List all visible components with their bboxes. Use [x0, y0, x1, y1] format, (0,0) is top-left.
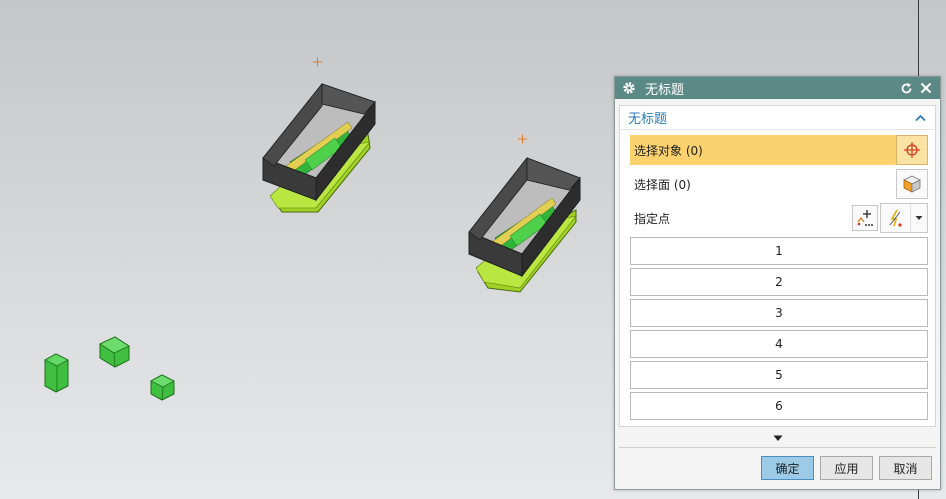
dialog-window[interactable]: 无标题 无标题 选择对象 (0) 选择面 (0) 指定点 1 2 3 4 5 6…: [614, 76, 941, 490]
reset-icon[interactable]: [898, 80, 914, 96]
list-item[interactable]: 6: [630, 392, 928, 420]
section-title: 无标题: [628, 112, 668, 127]
chevron-up-icon[interactable]: [913, 111, 927, 125]
crosshair-icon[interactable]: [896, 135, 928, 165]
list-item[interactable]: 4: [630, 330, 928, 358]
divider: [619, 447, 936, 448]
select-object-label: 选择对象 (0): [630, 135, 896, 165]
mold-part-1[interactable]: [262, 82, 376, 213]
dialog-titlebar[interactable]: 无标题: [615, 77, 940, 99]
triangle-down-icon: [773, 435, 782, 441]
select-object-row[interactable]: 选择对象 (0): [630, 135, 928, 165]
cube-face-icon[interactable]: [896, 169, 928, 199]
dialog-footer: 确定 应用 取消: [761, 456, 932, 480]
inferred-point-dropdown[interactable]: [880, 203, 928, 233]
select-face-label: 选择面 (0): [634, 177, 691, 192]
origin-marker-2: [518, 134, 527, 144]
chevron-down-icon[interactable]: [911, 204, 927, 232]
list-item[interactable]: 2: [630, 268, 928, 296]
list-item[interactable]: 3: [630, 299, 928, 327]
dialog-body: 无标题 选择对象 (0) 选择面 (0) 指定点 1 2 3 4 5 6: [619, 105, 936, 427]
list-item[interactable]: 5: [630, 361, 928, 389]
origin-marker-1: [313, 57, 322, 67]
point-dialog-icon[interactable]: [852, 205, 878, 231]
green-block-3[interactable]: [150, 374, 175, 401]
close-icon[interactable]: [918, 80, 934, 96]
section-header[interactable]: 无标题: [620, 106, 935, 130]
gear-icon: [621, 80, 637, 96]
green-block-1[interactable]: [44, 353, 69, 393]
inferred-point-icon[interactable]: [881, 204, 911, 232]
mold-part-2[interactable]: [468, 156, 581, 293]
ok-button[interactable]: 确定: [761, 456, 814, 480]
specify-point-label: 指定点: [634, 211, 671, 226]
list-item[interactable]: 1: [630, 237, 928, 265]
cancel-button[interactable]: 取消: [879, 456, 932, 480]
dialog-title: 无标题: [645, 82, 685, 98]
apply-button[interactable]: 应用: [820, 456, 873, 480]
select-face-row[interactable]: 选择面 (0): [630, 169, 928, 199]
expand-more-button[interactable]: [619, 431, 936, 445]
green-block-2[interactable]: [99, 336, 130, 368]
specify-point-row[interactable]: 指定点: [630, 203, 928, 233]
